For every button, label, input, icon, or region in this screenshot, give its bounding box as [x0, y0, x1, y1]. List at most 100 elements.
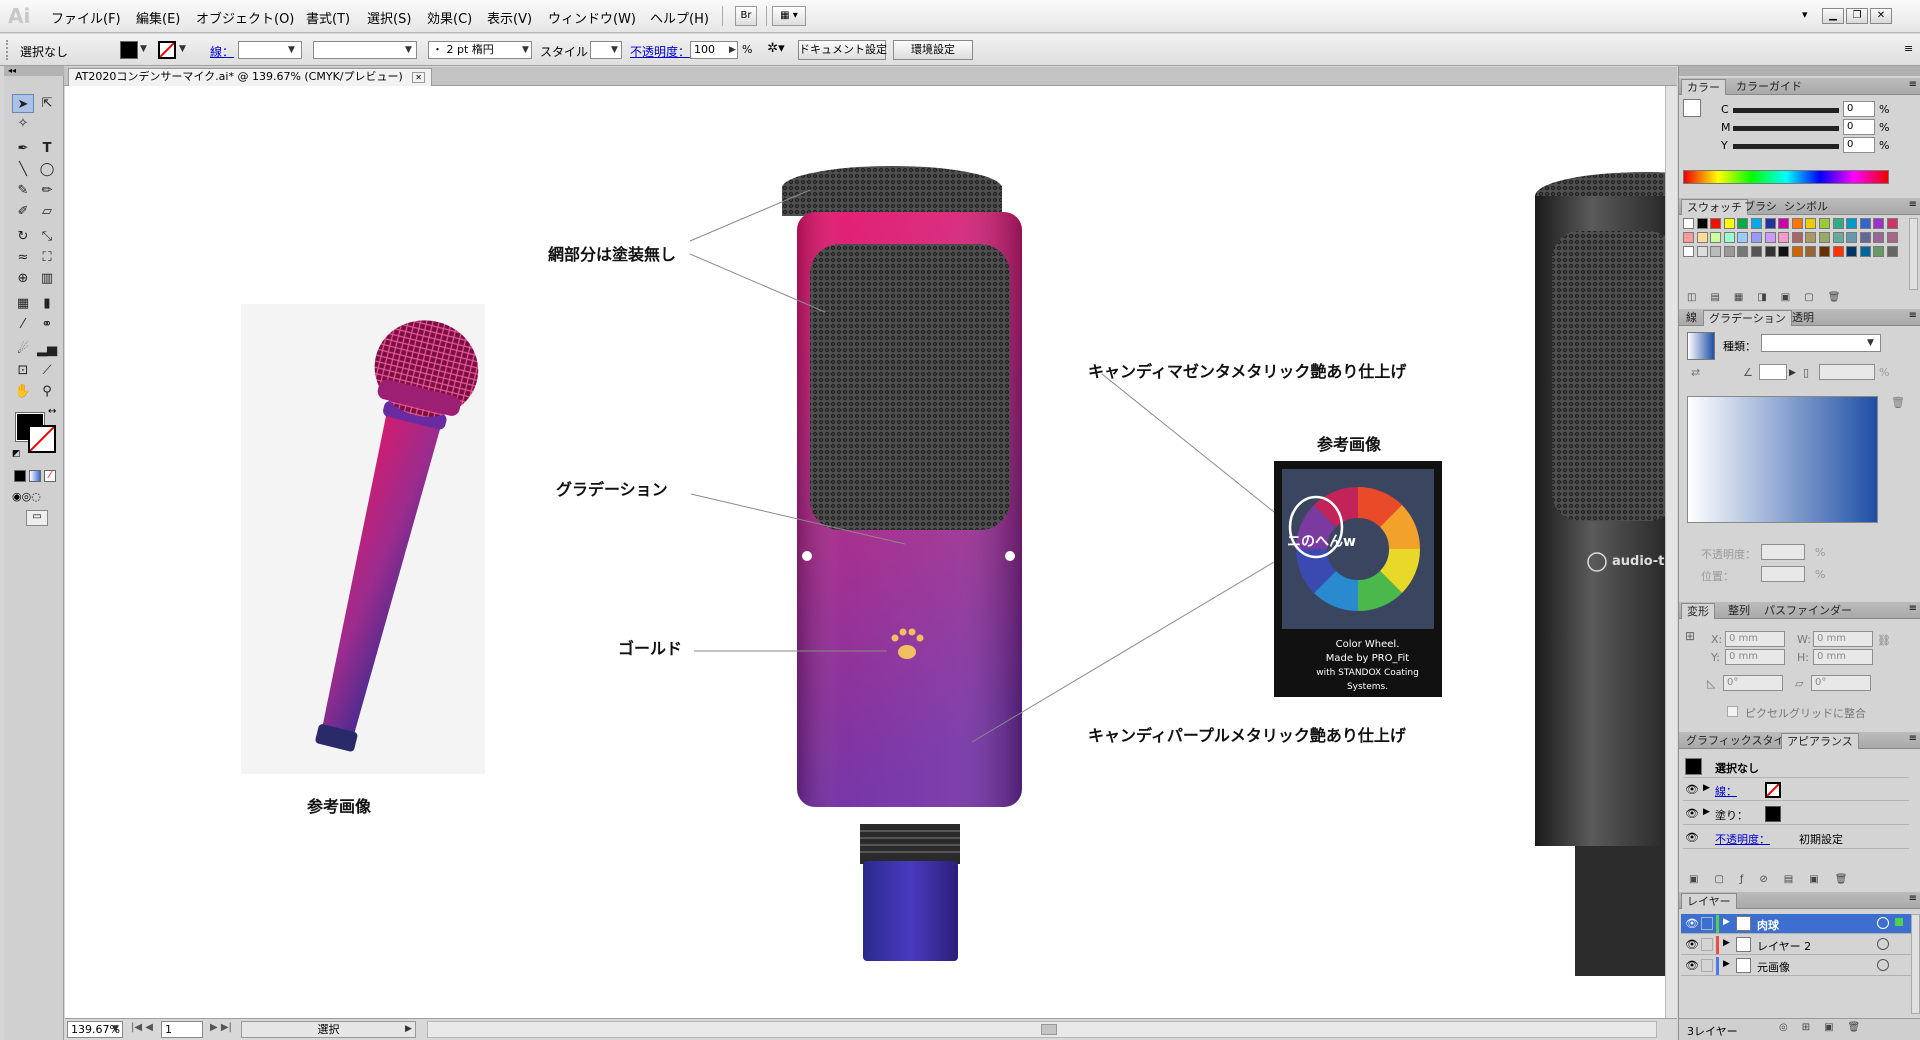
layer-name[interactable]: レイヤー 2 — [1757, 938, 1811, 954]
color-spectrum-bar[interactable] — [1683, 170, 1889, 184]
fill-color-swatch[interactable] — [120, 41, 138, 59]
swatch-chip[interactable] — [1723, 246, 1735, 257]
lock-toggle[interactable] — [1701, 917, 1713, 930]
ellipse-tool-icon[interactable]: ◯ — [36, 160, 58, 179]
layer-row[interactable]: 👁 ▶ 肉球 — [1681, 914, 1913, 934]
swatch-chip[interactable] — [1778, 232, 1790, 243]
tab-color-guide[interactable]: カラーガイド — [1731, 79, 1807, 95]
swatch-chip[interactable] — [1737, 218, 1749, 229]
swatch-chip[interactable] — [1832, 218, 1844, 229]
restore-icon[interactable]: ❐ — [1846, 8, 1868, 24]
menu-select[interactable]: 選択(S) — [367, 8, 411, 27]
tab-layers[interactable]: レイヤー — [1681, 893, 1737, 909]
swatch-chip[interactable] — [1751, 246, 1762, 257]
visibility-eye-icon[interactable]: 👁 — [1685, 938, 1699, 951]
prev-artboard-icons[interactable]: |◀ ◀ — [131, 1022, 153, 1033]
panel-menu-icon[interactable]: ≡ — [1909, 79, 1917, 90]
control-panel-menu-icon[interactable]: ≡ — [1904, 42, 1913, 55]
swatch-chip[interactable] — [1764, 246, 1776, 257]
chevron-down-icon[interactable]: ▼ — [288, 45, 295, 55]
preferences-button[interactable]: 環境設定 — [893, 40, 973, 60]
magenta-value-field[interactable]: 0 — [1843, 119, 1875, 135]
swatch-chip[interactable] — [1859, 218, 1871, 229]
warp-tool-icon[interactable]: ≈ — [12, 248, 34, 267]
zoom-tool-icon[interactable]: ⚲ — [36, 382, 58, 401]
artboard-number-field[interactable]: 1 — [161, 1021, 203, 1038]
target-circle-icon[interactable] — [1877, 917, 1889, 929]
swatch-chip[interactable] — [1791, 232, 1803, 243]
lock-toggle[interactable] — [1701, 938, 1713, 951]
gradient-aspect-field[interactable] — [1819, 364, 1875, 380]
type-tool-icon[interactable]: T — [36, 139, 58, 158]
menu-help[interactable]: ヘルプ(H) — [650, 8, 709, 27]
bridge-icon[interactable]: Br — [735, 6, 757, 26]
magic-wand-tool-icon[interactable]: ✧ — [12, 114, 34, 133]
layer-row[interactable]: 👁 ▶ 元画像 — [1681, 956, 1913, 976]
swatch-chip[interactable] — [1887, 232, 1898, 243]
swatch-chip[interactable] — [1710, 232, 1722, 243]
swatch-chip[interactable] — [1873, 218, 1885, 229]
swatch-chip[interactable] — [1737, 232, 1749, 243]
swatch-chip[interactable] — [1723, 232, 1735, 243]
brush-definition-field[interactable]: ・ 2 pt 楕円 — [428, 41, 532, 59]
tab-align[interactable]: 整列 — [1723, 603, 1755, 619]
expand-triangle-icon[interactable]: ▶ — [1703, 783, 1710, 793]
panel-menu-icon[interactable]: ≡ — [1909, 310, 1917, 321]
shear-field[interactable]: 0° — [1811, 675, 1871, 691]
eraser-tool-icon[interactable]: ▱ — [36, 202, 58, 221]
appearance-opacity-link[interactable]: 不透明度： — [1715, 831, 1770, 847]
grip-handle[interactable] — [6, 40, 10, 60]
appearance-row-target[interactable]: 選択なし — [1683, 756, 1909, 778]
swatch-chip[interactable] — [1887, 246, 1898, 257]
rotate-icon[interactable]: ◺ — [1707, 677, 1715, 690]
opacity-label-link[interactable]: 不透明度： — [630, 43, 690, 60]
gradient-mode-icon[interactable] — [29, 470, 41, 482]
rotate-field[interactable]: 0° — [1723, 675, 1783, 691]
close-icon[interactable]: ✕ — [1870, 8, 1892, 24]
document-tab[interactable]: AT2020コンデンサーマイク.ai* @ 139.67% (CMYK/プレビュ… — [68, 68, 432, 86]
layers-panel-buttons[interactable]: ◎⊞▣🗑 — [1779, 1022, 1874, 1033]
color-mode-icon[interactable] — [14, 470, 26, 482]
swatch-chip[interactable] — [1778, 218, 1790, 229]
swatch-chip[interactable] — [1696, 232, 1708, 243]
aspect-ratio-icon[interactable]: ▯ — [1803, 366, 1809, 379]
chevron-down-icon[interactable]: ▼ — [140, 44, 147, 54]
menu-file[interactable]: ファイル(F) — [51, 8, 121, 27]
visibility-eye-icon[interactable]: 👁 — [1685, 959, 1699, 972]
tab-color[interactable]: カラー — [1681, 79, 1726, 95]
swatch-panel-buttons[interactable]: ◫▤▦◨▣▢🗑 — [1687, 292, 1917, 303]
slice-tool-icon[interactable]: ⟋ — [36, 361, 58, 380]
magenta-slider[interactable] — [1733, 126, 1839, 131]
yellow-value-field[interactable]: 0 — [1843, 137, 1875, 153]
layers-scrollbar[interactable] — [1911, 914, 1920, 1014]
tab-appearance[interactable]: アピアランス — [1781, 733, 1859, 749]
swatch-chip[interactable] — [1696, 218, 1708, 229]
expand-triangle-icon[interactable]: ▶ — [1723, 959, 1730, 969]
swatch-grid[interactable] — [1683, 218, 1907, 288]
delete-stop-icon[interactable]: 🗑 — [1891, 396, 1905, 409]
horizontal-scrollbar[interactable] — [427, 1021, 1657, 1038]
yellow-slider[interactable] — [1733, 144, 1839, 149]
swatch-chip[interactable] — [1764, 218, 1776, 229]
blend-tool-icon[interactable]: ⚭ — [36, 315, 58, 334]
swatch-chip[interactable] — [1751, 232, 1762, 243]
swatch-chip[interactable] — [1805, 232, 1817, 243]
swatch-chip[interactable] — [1819, 232, 1830, 243]
tab-swatches[interactable]: スウォッチ — [1681, 199, 1748, 215]
reference-point-icon[interactable]: ⊞ — [1685, 629, 1695, 643]
chevron-down-icon[interactable]: ▼ — [522, 45, 529, 55]
status-tool-display[interactable]: 選択 — [241, 1021, 416, 1038]
menu-object[interactable]: オブジェクト(O) — [196, 8, 294, 27]
panel-menu-icon[interactable]: ≡ — [1909, 893, 1917, 904]
swatch-scrollbar[interactable] — [1909, 218, 1918, 290]
gradient-tool-icon[interactable]: ▮ — [36, 294, 58, 313]
swatch-chip[interactable] — [1887, 218, 1898, 229]
paintbrush-tool-icon[interactable]: ✎ — [12, 181, 34, 200]
swatch-chip[interactable] — [1873, 232, 1885, 243]
swatch-chip[interactable] — [1859, 246, 1871, 257]
chevron-right-icon[interactable]: ▶ — [1789, 368, 1796, 378]
vertical-scrollbar[interactable] — [1665, 86, 1677, 1018]
appearance-panel-buttons[interactable]: ▣▢ƒ⊘▤▣🗑 — [1689, 874, 1917, 885]
visibility-eye-icon[interactable]: 👁 — [1685, 783, 1699, 796]
swatch-chip[interactable] — [1696, 246, 1708, 257]
